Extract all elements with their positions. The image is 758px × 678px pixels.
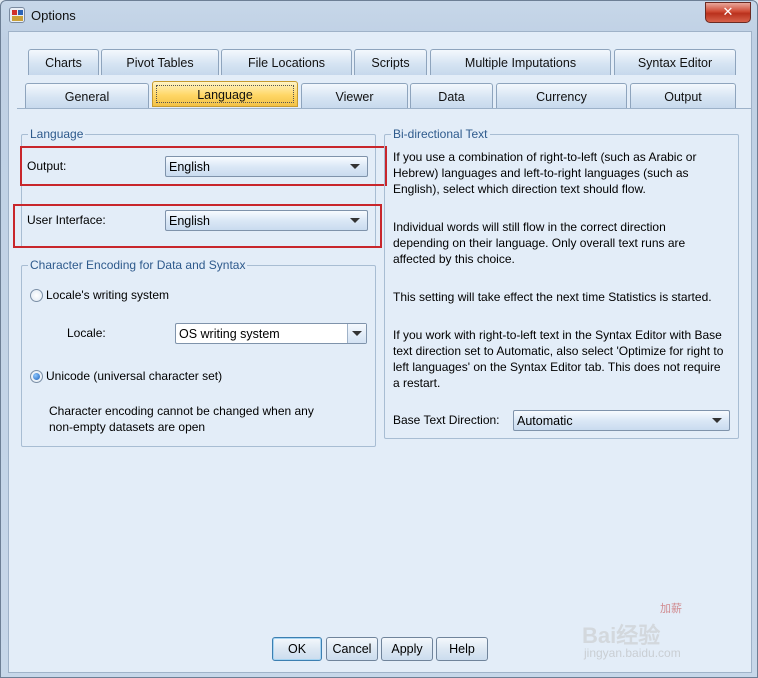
bidi-paragraph-4: If you work with right-to-left text in t… [393,327,723,391]
tab-general[interactable]: General [25,83,149,109]
tab-output[interactable]: Output [630,83,736,109]
bidi-p4-line: left languages' on the Syntax Editor tab… [393,360,721,374]
window-title: Options [31,8,76,23]
locale-value: OS writing system [179,327,280,341]
bidi-p2-line: Individual words will still flow in the … [393,220,666,234]
apply-button[interactable]: Apply [381,637,433,661]
cancel-button[interactable]: Cancel [326,637,378,661]
unicode-radio-label[interactable]: Unicode (universal character set) [46,369,222,383]
bidi-p1-line: Hebrew) languages and left-to-right lang… [393,166,689,180]
tab-scripts[interactable]: Scripts [354,49,427,75]
locale-radio-label[interactable]: Locale's writing system [46,288,169,302]
bidi-p3-line: This setting will take effect the next t… [393,290,712,304]
tab-charts[interactable]: Charts [28,49,99,75]
bidi-p4-line: If you work with right-to-left text in t… [393,328,722,342]
tab-data[interactable]: Data [410,83,493,109]
bidi-p4-line: text direction set to Automatic, also se… [393,344,724,358]
locale-radio[interactable] [30,289,43,302]
bidi-paragraph-3: This setting will take effect the next t… [393,289,712,305]
watermark-small-text: 加薪 [660,603,682,615]
tab-language[interactable]: Language [152,81,298,107]
bidi-legend: Bi-directional Text [391,127,490,141]
bidi-p2-line: depending on their language. Only overal… [393,236,686,250]
title-bar[interactable]: Options ✕ [1,1,757,29]
base-direction-label: Base Text Direction: [393,413,500,427]
bidi-p1-line: If you use a combination of right-to-lef… [393,150,697,164]
bidi-p2-line: affected by this choice. [393,252,515,266]
chevron-down-icon [712,418,722,423]
base-direction-value: Automatic [517,414,573,428]
encoding-note-line1: Character encoding cannot be changed whe… [49,404,314,418]
bidi-p1-line: English), select which direction text sh… [393,182,646,196]
ui-highlight-box [13,204,382,248]
tab-pivot-tables[interactable]: Pivot Tables [101,49,219,75]
tab-viewer[interactable]: Viewer [301,83,408,109]
bidi-p4-line: a restart. [393,376,441,390]
unicode-radio[interactable] [30,370,43,383]
output-highlight-box [20,146,387,186]
ok-button[interactable]: OK [272,637,322,661]
encoding-legend: Character Encoding for Data and Syntax [28,258,248,272]
locale-dropdown-button[interactable] [347,324,366,343]
locale-dropdown[interactable]: OS writing system [175,323,367,344]
tab-syntax-editor[interactable]: Syntax Editor [614,49,736,75]
help-button[interactable]: Help [436,637,488,661]
options-dialog: Options ✕ Charts Pivot Tables File Locat… [0,0,758,678]
language-legend: Language [28,127,86,141]
base-direction-dropdown[interactable]: Automatic [513,410,730,431]
locale-label: Locale: [67,326,106,340]
bidi-paragraph-2: Individual words will still flow in the … [393,219,685,267]
tab-file-locations[interactable]: File Locations [221,49,352,75]
bidi-paragraph-1: If you use a combination of right-to-lef… [393,149,696,197]
watermark-url: jingyan.baidu.com [584,646,681,660]
spss-app-icon [9,7,25,23]
chevron-down-icon [352,331,362,336]
close-button[interactable]: ✕ [705,2,751,23]
tab-divider [17,108,751,109]
dialog-client-area: Charts Pivot Tables File Locations Scrip… [8,31,752,673]
tab-currency[interactable]: Currency [496,83,627,109]
encoding-note-line2: non-empty datasets are open [49,420,206,434]
baidu-watermark: 加薪 Bai经验 jingyan.baidu.com [582,584,732,666]
tab-multiple-imputations[interactable]: Multiple Imputations [430,49,611,75]
